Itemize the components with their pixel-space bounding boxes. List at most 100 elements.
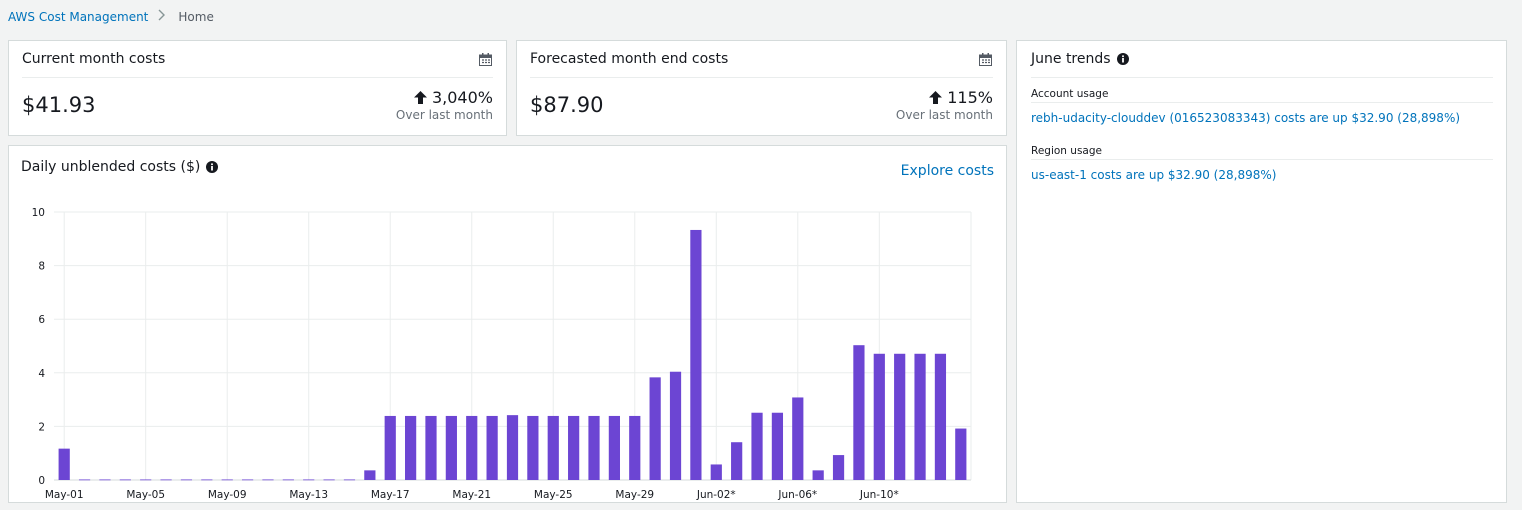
bar	[506, 415, 519, 480]
breadcrumb: AWS Cost Management Home	[8, 9, 214, 25]
bar	[629, 415, 641, 480]
card-divider	[530, 77, 993, 78]
y-tick-label: 10	[32, 207, 45, 219]
forecast-value: $87.90	[530, 93, 604, 117]
bar	[873, 353, 885, 480]
current-month-title: Current month costs	[22, 51, 166, 67]
forecast-change: 115% Over last month	[896, 88, 993, 122]
account-usage-label: Account usage	[1031, 88, 1493, 103]
info-icon[interactable]	[1116, 53, 1129, 65]
arrow-up-icon	[929, 91, 943, 104]
bar	[160, 479, 172, 481]
account-usage-link[interactable]: rebh-udacity-clouddev (016523083343) cos…	[1031, 111, 1493, 125]
breadcrumb-current: Home	[178, 10, 214, 24]
bar	[445, 415, 457, 480]
bar	[608, 415, 620, 480]
card-divider	[1031, 77, 1493, 78]
x-tick-label: May-25	[534, 489, 573, 501]
bar	[894, 353, 906, 480]
bar	[405, 415, 417, 480]
bar	[221, 479, 233, 481]
bar	[282, 479, 294, 481]
june-trends-panel: June trends Account usage rebh-udacity-c…	[1016, 40, 1507, 503]
bar	[527, 415, 539, 480]
bar	[466, 415, 478, 480]
bar	[812, 470, 824, 480]
x-tick-label: May-13	[289, 489, 328, 501]
current-month-change-label: Over last month	[395, 108, 493, 122]
bar	[323, 479, 335, 481]
bar	[180, 479, 193, 481]
x-tick-label: May-01	[45, 489, 84, 501]
bar	[425, 415, 437, 480]
y-tick-label: 4	[38, 368, 45, 380]
bar	[669, 371, 682, 480]
bar	[710, 464, 722, 480]
x-tick-label: May-09	[208, 489, 247, 501]
forecast-title: Forecasted month end costs	[530, 51, 729, 67]
region-usage-label: Region usage	[1031, 145, 1493, 160]
account-usage-section: Account usage rebh-udacity-clouddev (016…	[1031, 88, 1493, 125]
bar	[364, 470, 376, 480]
bar	[649, 377, 661, 480]
x-tick-label: Jun-10*	[859, 489, 899, 501]
bar	[853, 345, 865, 480]
card-divider	[22, 77, 493, 78]
bar	[58, 448, 70, 480]
calendar-icon[interactable]	[979, 53, 992, 66]
bar	[201, 479, 213, 481]
x-tick-label: May-05	[126, 489, 165, 501]
bar	[486, 415, 498, 480]
bar	[792, 397, 804, 480]
daily-costs-panel: 0 2 4 6 8 10 May-01 May-05 May-09 May-13 May-17 May…	[8, 145, 1007, 503]
x-tick-label: May-29	[615, 489, 654, 501]
bar	[751, 412, 763, 480]
daily-costs-chart: 0 2 4 6 8 10 May-01 May-05 May-09 May-13 May-17 May…	[32, 207, 972, 501]
bar	[771, 412, 784, 480]
bar	[568, 415, 580, 480]
current-month-change-pct: 3,040%	[431, 88, 493, 107]
x-tick-label: Jun-06*	[777, 489, 817, 501]
x-tick-label: May-17	[371, 489, 410, 501]
bar	[262, 479, 274, 481]
forecast-change-pct: 115%	[947, 88, 993, 107]
explore-costs-link[interactable]: Explore costs	[901, 163, 994, 179]
bar	[119, 479, 131, 481]
arrow-up-icon	[413, 91, 427, 104]
daily-costs-title-wrap: Daily unblended costs ($)	[21, 159, 219, 175]
bar	[588, 415, 600, 480]
daily-costs-title: Daily unblended costs ($)	[21, 159, 201, 175]
current-month-value: $41.93	[22, 93, 96, 117]
bar	[78, 479, 91, 481]
forecast-card: Forecasted month end costs $87.90 115% O…	[516, 40, 1007, 136]
info-icon[interactable]	[206, 161, 219, 173]
bar	[384, 415, 396, 480]
x-tick-label: Jun-02*	[696, 489, 736, 501]
june-trends-title-wrap: June trends	[1031, 51, 1129, 67]
region-usage-link[interactable]: us-east-1 costs are up $32.90 (28,898%)	[1031, 168, 1493, 182]
bar	[343, 479, 356, 481]
y-tick-label: 0	[38, 475, 45, 487]
y-tick-label: 6	[38, 314, 45, 326]
y-tick-label: 8	[38, 261, 45, 273]
chevron-right-icon	[158, 9, 166, 25]
bar	[832, 455, 845, 480]
bar	[934, 353, 947, 480]
calendar-icon[interactable]	[479, 53, 492, 66]
bar	[241, 479, 254, 481]
bar	[690, 229, 702, 480]
current-month-change: 3,040% Over last month	[396, 88, 493, 122]
bar	[140, 479, 152, 481]
bar	[955, 428, 967, 480]
forecast-change-label: Over last month	[895, 108, 993, 122]
region-usage-section: Region usage us-east-1 costs are up $32.…	[1031, 145, 1493, 182]
bar	[303, 479, 315, 481]
june-trends-title: June trends	[1031, 51, 1111, 67]
breadcrumb-root-link[interactable]: AWS Cost Management	[8, 10, 148, 24]
current-month-card: Current month costs $41.93 3,040% Over l…	[8, 40, 507, 136]
bar	[914, 353, 926, 480]
bar	[731, 442, 743, 480]
x-tick-label: May-21	[452, 489, 491, 501]
y-tick-label: 2	[38, 421, 45, 433]
bar	[547, 415, 559, 480]
